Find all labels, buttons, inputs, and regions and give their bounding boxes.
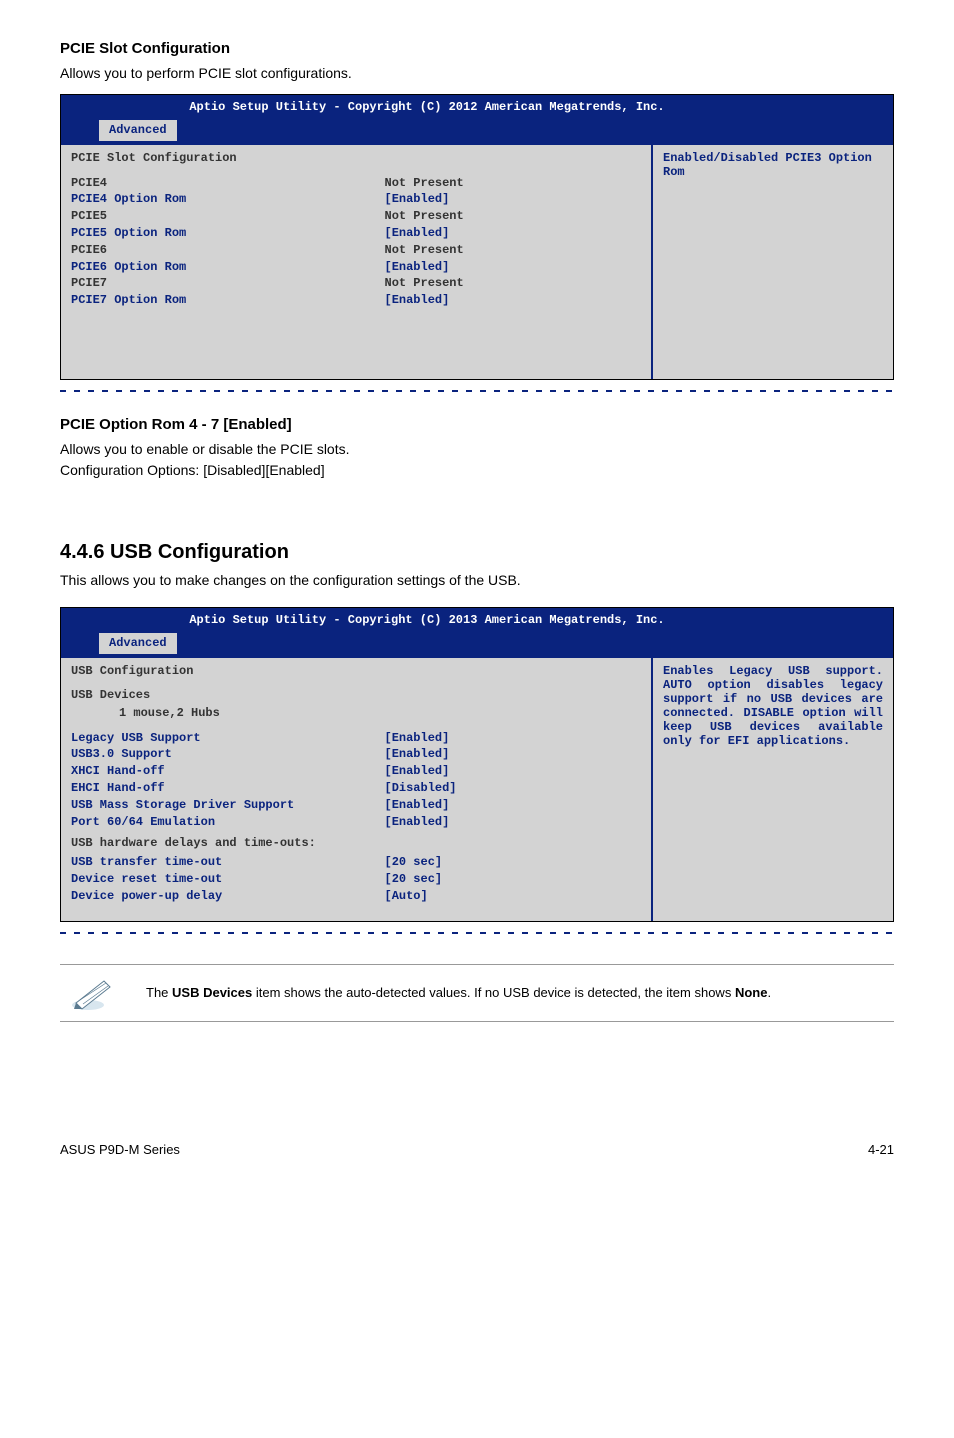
footer-left: ASUS P9D-M Series — [60, 1142, 180, 1157]
bios-setting-value: Not Present — [385, 275, 642, 292]
pcie-option-rom-desc1: Allows you to enable or disable the PCIE… — [60, 439, 894, 460]
usb-config-desc: This allows you to make changes on the c… — [60, 570, 894, 591]
bios-setting-value: Not Present — [385, 208, 642, 225]
bios-setting-row[interactable]: USB Mass Storage Driver Support[Enabled] — [71, 797, 641, 814]
usb-hw-delays-title: USB hardware delays and time-outs: — [71, 836, 641, 850]
bios-setting-label: EHCI Hand-off — [71, 780, 385, 797]
bios-left-pane: PCIE Slot Configuration PCIE4Not Present… — [61, 145, 653, 379]
bios-setting-value: [Enabled] — [385, 730, 642, 747]
bios-header-text: Aptio Setup Utility - Copyright (C) 2012… — [69, 99, 885, 116]
bios-setting-label: PCIE7 Option Rom — [71, 292, 385, 309]
bios-setting-row[interactable]: PCIE5 Option Rom[Enabled] — [71, 225, 641, 242]
bios-setting-row[interactable]: EHCI Hand-off[Disabled] — [71, 780, 641, 797]
bios-setting-value: [Enabled] — [385, 797, 642, 814]
bios-setting-value: [20 sec] — [385, 871, 642, 888]
bios-body: USB Configuration USB Devices 1 mouse,2 … — [61, 658, 893, 921]
bios-help-text: Enables Legacy USB support. AUTO option … — [663, 664, 883, 748]
bios-setting-label: Device power-up delay — [71, 888, 385, 905]
bios-setting-row[interactable]: USB3.0 Support[Enabled] — [71, 746, 641, 763]
bios-setting-label: PCIE5 Option Rom — [71, 225, 385, 242]
page-footer: ASUS P9D-M Series 4-21 — [60, 1142, 894, 1157]
bios-tab-row: Advanced — [61, 120, 893, 145]
bios-setting-label: PCIE7 — [71, 275, 385, 292]
bios-setting-label: USB Mass Storage Driver Support — [71, 797, 385, 814]
usb-devices-label: USB Devices — [71, 688, 641, 702]
note-callout: The USB Devices item shows the auto-dete… — [60, 964, 894, 1022]
bios-setting-row[interactable]: PCIE6 Option Rom[Enabled] — [71, 259, 641, 276]
bios-setting-value: [Enabled] — [385, 292, 642, 309]
dashed-separator — [60, 928, 894, 938]
bios-setting-row: PCIE4Not Present — [71, 175, 641, 192]
bios-tab-row: Advanced — [61, 633, 893, 658]
bios-setting-value: [Enabled] — [385, 191, 642, 208]
bios-setting-row[interactable]: Port 60/64 Emulation[Enabled] — [71, 814, 641, 831]
bios-usb-config-panel: Aptio Setup Utility - Copyright (C) 2013… — [60, 607, 894, 922]
bios-setting-row[interactable]: Device power-up delay[Auto] — [71, 888, 641, 905]
bios-section-title: PCIE Slot Configuration — [71, 151, 641, 165]
bios-setting-label: Legacy USB Support — [71, 730, 385, 747]
bios-setting-label: PCIE4 Option Rom — [71, 191, 385, 208]
bios-setting-value: Not Present — [385, 175, 642, 192]
bios-setting-value: [Enabled] — [385, 746, 642, 763]
pcie-slot-config-heading: PCIE Slot Configuration — [60, 40, 894, 57]
bios-pcie-slot-panel: Aptio Setup Utility - Copyright (C) 2012… — [60, 94, 894, 380]
bios-setting-label: USB transfer time-out — [71, 854, 385, 871]
bios-setting-row[interactable]: PCIE4 Option Rom[Enabled] — [71, 191, 641, 208]
bios-setting-value: [Enabled] — [385, 259, 642, 276]
footer-right: 4-21 — [868, 1142, 894, 1157]
bios-setting-label: PCIE6 — [71, 242, 385, 259]
bios-setting-label: Port 60/64 Emulation — [71, 814, 385, 831]
bios-setting-row: PCIE5Not Present — [71, 208, 641, 225]
bios-setting-value: [Enabled] — [385, 814, 642, 831]
bios-setting-value: [Auto] — [385, 888, 642, 905]
bios-help-pane: Enabled/Disabled PCIE3 Option Rom — [653, 145, 893, 379]
bios-header-text: Aptio Setup Utility - Copyright (C) 2013… — [69, 612, 885, 629]
pencil-icon — [70, 975, 116, 1011]
pcie-slot-config-desc: Allows you to perform PCIE slot configur… — [60, 63, 894, 84]
bios-setting-label: XHCI Hand-off — [71, 763, 385, 780]
bios-setting-value: Not Present — [385, 242, 642, 259]
bios-header: Aptio Setup Utility - Copyright (C) 2012… — [61, 95, 893, 120]
bios-setting-label: PCIE4 — [71, 175, 385, 192]
bios-setting-row[interactable]: Legacy USB Support[Enabled] — [71, 730, 641, 747]
note-text: The USB Devices item shows the auto-dete… — [146, 985, 771, 1000]
bios-header: Aptio Setup Utility - Copyright (C) 2013… — [61, 608, 893, 633]
bios-left-pane: USB Configuration USB Devices 1 mouse,2 … — [61, 658, 653, 921]
dashed-separator — [60, 386, 894, 396]
bios-setting-value: [Disabled] — [385, 780, 642, 797]
bios-tab-advanced[interactable]: Advanced — [99, 120, 177, 141]
bios-setting-row[interactable]: PCIE7 Option Rom[Enabled] — [71, 292, 641, 309]
bios-setting-row: PCIE7Not Present — [71, 275, 641, 292]
bios-section-title: USB Configuration — [71, 664, 641, 678]
bios-tab-advanced[interactable]: Advanced — [99, 633, 177, 654]
pcie-option-rom-desc2: Configuration Options: [Disabled][Enable… — [60, 460, 894, 481]
bios-setting-row: PCIE6Not Present — [71, 242, 641, 259]
pcie-option-rom-heading: PCIE Option Rom 4 - 7 [Enabled] — [60, 416, 894, 433]
usb-devices-value: 1 mouse,2 Hubs — [71, 706, 641, 720]
usb-config-heading: 4.4.6 USB Configuration — [60, 541, 894, 564]
bios-setting-label: PCIE5 — [71, 208, 385, 225]
bios-setting-row[interactable]: XHCI Hand-off[Enabled] — [71, 763, 641, 780]
bios-setting-label: USB3.0 Support — [71, 746, 385, 763]
bios-setting-value: [Enabled] — [385, 225, 642, 242]
bios-setting-value: [20 sec] — [385, 854, 642, 871]
bios-setting-row[interactable]: Device reset time-out[20 sec] — [71, 871, 641, 888]
bios-setting-row[interactable]: USB transfer time-out[20 sec] — [71, 854, 641, 871]
bios-help-text: Enabled/Disabled PCIE3 Option Rom — [663, 151, 883, 179]
bios-setting-value: [Enabled] — [385, 763, 642, 780]
bios-setting-label: PCIE6 Option Rom — [71, 259, 385, 276]
bios-help-pane: Enables Legacy USB support. AUTO option … — [653, 658, 893, 921]
bios-setting-label: Device reset time-out — [71, 871, 385, 888]
bios-body: PCIE Slot Configuration PCIE4Not Present… — [61, 145, 893, 379]
